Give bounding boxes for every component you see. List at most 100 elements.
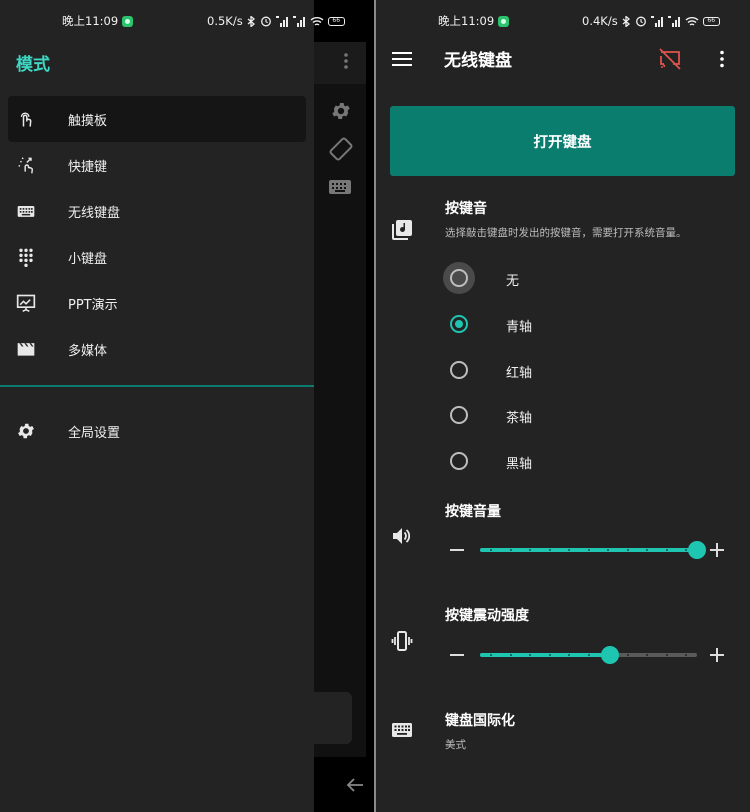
alarm-icon [260,16,271,27]
underlying-card [314,692,352,744]
radio-button-selected[interactable] [450,315,468,333]
status-bar-right-icons: 0.5K/s 66 [207,0,374,42]
radio-label: 黑轴 [506,457,533,472]
locale-title[interactable]: 键盘国际化 [445,710,515,730]
drawer-item-label: 多媒体 [68,343,108,359]
radio-option-brown-switch[interactable]: 茶轴 [436,397,696,433]
decrease-icon[interactable] [450,549,464,551]
network-speed: 0.5K/s [207,14,243,28]
radio-option-none[interactable]: 无 [436,260,696,296]
signal-icon [292,15,305,27]
underlying-content [314,84,366,757]
music-library-icon [392,220,412,240]
radio-button[interactable] [450,452,468,470]
status-bar: 晚上11:09 0.4K/s 66 [376,0,750,42]
open-keyboard-button[interactable]: 打开键盘 [390,106,735,176]
drawer-item-shortcut[interactable]: 快捷键 [0,142,314,188]
status-indicators: 0.5K/s 66 [207,14,345,28]
slider-thumb[interactable] [601,646,620,664]
movie-icon [17,343,35,356]
radio-button[interactable] [450,269,468,287]
radio-button[interactable] [450,361,468,379]
key-volume-slider[interactable] [444,535,734,565]
vibration-slider[interactable] [444,640,734,670]
key-sound-description: 选择敲击键盘时发出的按键音，需要打开系统音量。 [445,227,687,239]
vibration-title: 按键震动强度 [445,608,529,624]
wechat-notification-icon [122,15,134,27]
mode-menu: 触摸板 快捷键 无线键盘 小键盘 PPT演示 多媒体 [0,96,314,372]
drawer-divider [0,385,314,387]
drawer-item-label: 快捷键 [68,159,108,175]
vibration-icon [391,631,413,651]
nav-bar [314,757,374,812]
radio-label: 红轴 [506,366,533,381]
keyboard-icon [392,723,412,737]
wifi-icon [310,16,324,26]
drawer-item-label: 触摸板 [68,113,108,129]
status-time-group: 晚上11:09 [438,13,510,29]
radio-label: 无 [506,274,520,289]
bluetooth-icon [622,15,630,27]
slider-ticks [480,549,697,551]
wifi-icon [685,16,699,26]
radio-label: 茶轴 [506,411,533,426]
overflow-menu-icon [344,53,348,69]
status-time: 晚上11:09 [62,14,119,28]
presentation-icon [16,294,36,313]
drawer-item-label: 无线键盘 [68,205,121,221]
wechat-notification-icon [498,15,510,27]
signal-icon [275,15,288,27]
slider-track[interactable] [480,541,706,559]
slider-thumb[interactable] [688,541,706,559]
page-title: 无线键盘 [444,51,512,71]
key-sound-title: 按键音 [445,201,487,217]
rotate-screen-icon [329,137,353,161]
radio-option-blue-switch[interactable]: 青轴 [436,306,696,342]
bluetooth-icon [247,15,255,27]
alarm-icon [635,16,646,27]
status-time-group: 晚上11:09 [62,13,134,29]
gear-icon [18,423,34,439]
volume-icon [393,528,411,544]
radio-button[interactable] [450,406,468,424]
increase-icon[interactable] [710,543,724,557]
drawer-item-global-settings[interactable]: 全局设置 [0,408,314,454]
back-arrow-icon[interactable] [346,777,364,793]
slider-track[interactable] [480,646,697,664]
drawer-item-ppt[interactable]: PPT演示 [0,280,314,326]
locale-value: 美式 [445,739,466,751]
slider-ticks [480,654,697,656]
right-screen: 晚上11:09 0.4K/s 66 无线键盘 打开键盘 按键音 选择敲击键盘时发… [376,0,750,812]
drawer-item-numpad[interactable]: 小键盘 [0,234,314,280]
status-time: 晚上11:09 [438,14,495,28]
drawer-item-label: 小键盘 [68,251,108,267]
touchpad-icon [20,112,32,127]
left-screen: 晚上11:09 模式 触摸板 快捷键 无线键盘 小键盘 PPT演示 多媒体 全局… [0,0,374,812]
battery-icon: 66 [702,16,720,26]
underlying-appbar [314,42,366,84]
increase-icon[interactable] [710,648,724,662]
app-bar: 无线键盘 [376,42,750,78]
key-volume-title: 按键音量 [445,504,501,520]
dialpad-icon [19,248,33,267]
battery-icon: 66 [327,16,345,26]
shortcut-icon [18,157,33,174]
keyboard-icon [329,180,351,194]
navigation-drawer: 晚上11:09 模式 触摸板 快捷键 无线键盘 小键盘 PPT演示 多媒体 全局… [0,0,314,812]
drawer-item-multimedia[interactable]: 多媒体 [0,326,314,372]
network-speed: 0.4K/s [582,14,618,28]
radio-option-black-switch[interactable]: 黑轴 [436,443,696,479]
overflow-menu-icon[interactable] [720,50,724,68]
menu-icon[interactable] [392,51,412,67]
signal-icon [667,15,680,27]
drawer-item-touchpad[interactable]: 触摸板 [8,96,306,142]
radio-option-red-switch[interactable]: 红轴 [436,352,696,388]
signal-icon [650,15,663,27]
drawer-item-label: PPT演示 [68,297,118,313]
status-indicators: 0.4K/s 66 [582,14,720,28]
drawer-title: 模式 [16,55,50,75]
decrease-icon[interactable] [450,654,464,656]
keyboard-icon [17,206,35,217]
cast-disconnected-icon[interactable] [658,48,682,70]
drawer-item-wireless-keyboard[interactable]: 无线键盘 [0,188,314,234]
